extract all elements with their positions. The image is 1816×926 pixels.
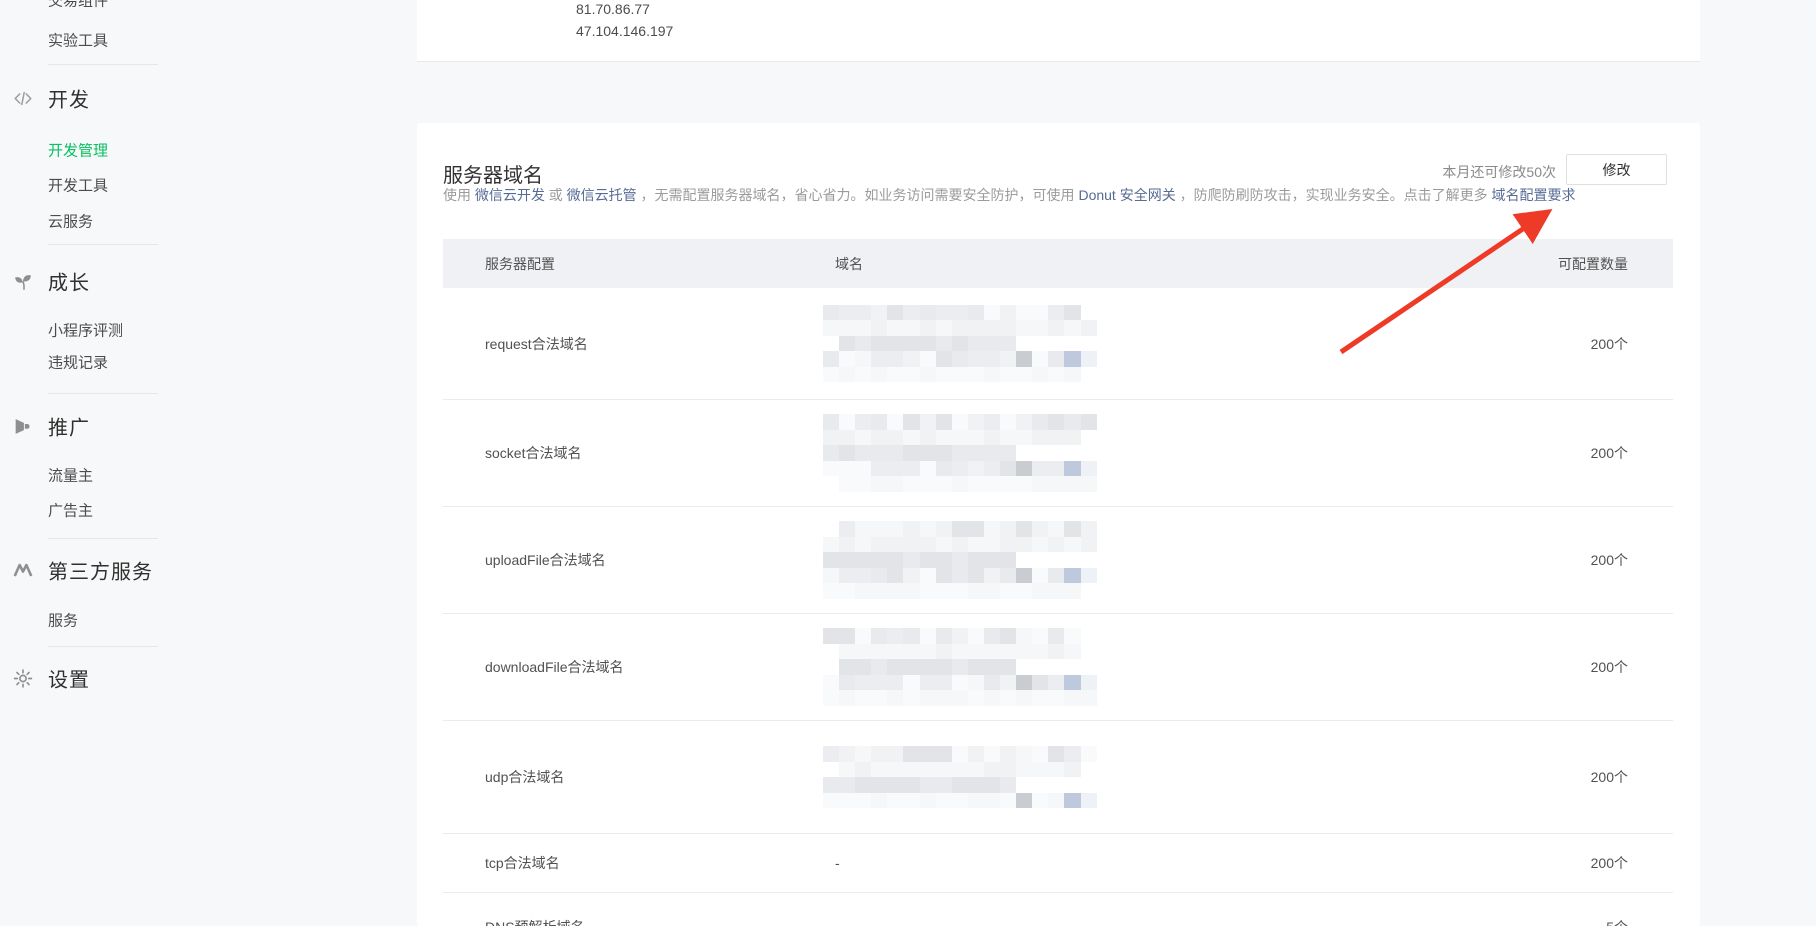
domain-cell [835,746,1433,808]
table-row-uploadFile合法域名: uploadFile合法域名 200个 [443,507,1673,614]
ip-address: 81.70.86.77 [576,0,650,20]
server-config-label: socket合法域名 [443,443,835,463]
configurable-count: 200个 [1433,550,1673,570]
link-Donut 安全网关[interactable]: Donut 安全网关 [1078,187,1175,203]
sidebar-item-开发工具[interactable]: 开发工具 [48,175,108,196]
redacted-domain-mosaic [823,628,1097,706]
configurable-count: 200个 [1433,443,1673,463]
table-row-tcp合法域名: tcp合法域名-200个 [443,834,1673,893]
sidebar: 交易组件实验工具开发开发管理开发工具云服务成长小程序评测违规记录推广流量主广告主… [0,0,417,926]
sidebar-item-服务[interactable]: 服务 [48,610,78,631]
column-header-可配置数量: 可配置数量 [1433,254,1673,274]
sprout-icon [12,270,34,292]
description-text: ，无需配置服务器域名，省心省力。如业务访问需要安全防护，可使用 [637,187,1079,203]
sidebar-item-交易组件[interactable]: 交易组件 [48,0,108,11]
table-row-udp合法域名: udp合法域名 200个 [443,721,1673,834]
sidebar-item-小程序评测[interactable]: 小程序评测 [48,320,123,341]
ip-whitelist-card: 81.70.86.77 47.104.146.197 [417,0,1700,62]
redacted-domain-mosaic [823,521,1097,599]
sidebar-divider [48,393,158,394]
description-text: 或 [545,187,567,203]
sidebar-item-开发管理[interactable]: 开发管理 [48,140,108,161]
server-config-label: request合法域名 [443,334,835,354]
sidebar-section-设置[interactable]: 设置 [0,664,90,693]
sidebar-item-流量主[interactable]: 流量主 [48,465,93,486]
sidebar-section-label: 推广 [48,412,90,441]
configurable-count: 200个 [1433,334,1673,354]
server-domain-description: 使用 微信云开发 或 微信云托管 ，无需配置服务器域名，省心省力。如业务访问需要… [443,185,1575,205]
server-config-label: tcp合法域名 [443,853,835,873]
column-header-服务器配置: 服务器配置 [443,254,835,274]
modify-button[interactable]: 修改 [1566,154,1667,185]
configurable-count: 200个 [1433,767,1673,787]
modify-quota-text: 本月还可修改50次 [1442,162,1556,182]
domain-table-header: 服务器配置域名可配置数量 [443,239,1673,288]
server-config-label: downloadFile合法域名 [443,657,835,677]
redacted-domain-mosaic [823,305,1097,383]
table-row-socket合法域名: socket合法域名 200个 [443,400,1673,507]
sidebar-section-第三方服务[interactable]: 第三方服务 [0,556,153,585]
gear-icon [12,667,34,689]
redacted-domain-mosaic [823,414,1097,492]
domain-cell [835,628,1433,706]
sidebar-item-实验工具[interactable]: 实验工具 [48,30,108,51]
domain-table: 服务器配置域名可配置数量 request合法域名 200个 socket合法域名 20… [443,239,1673,926]
sidebar-divider [48,64,158,65]
domain-cell [835,521,1433,599]
sidebar-section-label: 第三方服务 [48,556,153,585]
domain-cell [835,414,1433,492]
link-微信云托管[interactable]: 微信云托管 [567,187,637,203]
configurable-count: 5个 [1433,917,1673,926]
sidebar-section-推广[interactable]: 推广 [0,412,90,441]
sidebar-section-成长[interactable]: 成长 [0,267,90,296]
server-config-label: uploadFile合法域名 [443,550,835,570]
sidebar-divider [48,646,158,647]
code-icon [12,87,34,109]
domain-table-body: request合法域名200个socket合法域名200个uploadFile合… [443,288,1673,926]
table-row-request合法域名: request合法域名 200个 [443,288,1673,400]
third-party-icon [12,559,34,581]
server-config-label: udp合法域名 [443,767,835,787]
description-text: ，防爬防刷防攻击，实现业务安全。点击了解更多 [1176,187,1492,203]
sidebar-item-广告主[interactable]: 广告主 [48,500,93,521]
redacted-domain-mosaic [823,746,1097,808]
configurable-count: 200个 [1433,657,1673,677]
ip-address: 47.104.146.197 [576,20,673,42]
wechat-mp-console: 交易组件实验工具开发开发管理开发工具云服务成长小程序评测违规记录推广流量主广告主… [0,0,1816,926]
server-config-label: DNS预解析域名 [443,917,835,926]
link-微信云开发[interactable]: 微信云开发 [475,187,545,203]
sidebar-section-label: 开发 [48,84,90,113]
sidebar-section-label: 成长 [48,267,90,296]
domain-cell: - [835,855,1433,871]
table-row-downloadFile合法域名: downloadFile合法域名 200个 [443,614,1673,721]
column-header-域名: 域名 [835,254,1433,274]
description-text: 使用 [443,187,475,203]
sidebar-section-开发[interactable]: 开发 [0,84,90,113]
page-title: 服务器域名 [443,159,543,188]
megaphone-icon [12,415,34,437]
sidebar-divider [48,538,158,539]
table-row-DNS预解析域名: DNS预解析域名 5个 [443,893,1673,926]
sidebar-section-label: 设置 [48,664,90,693]
sidebar-divider [48,244,158,245]
sidebar-item-云服务[interactable]: 云服务 [48,211,93,232]
configurable-count: 200个 [1433,853,1673,873]
link-域名配置要求[interactable]: 域名配置要求 [1491,187,1575,203]
server-domain-card: 服务器域名 使用 微信云开发 或 微信云托管 ，无需配置服务器域名，省心省力。如… [417,123,1700,926]
domain-cell [835,305,1433,383]
sidebar-item-违规记录[interactable]: 违规记录 [48,352,108,373]
